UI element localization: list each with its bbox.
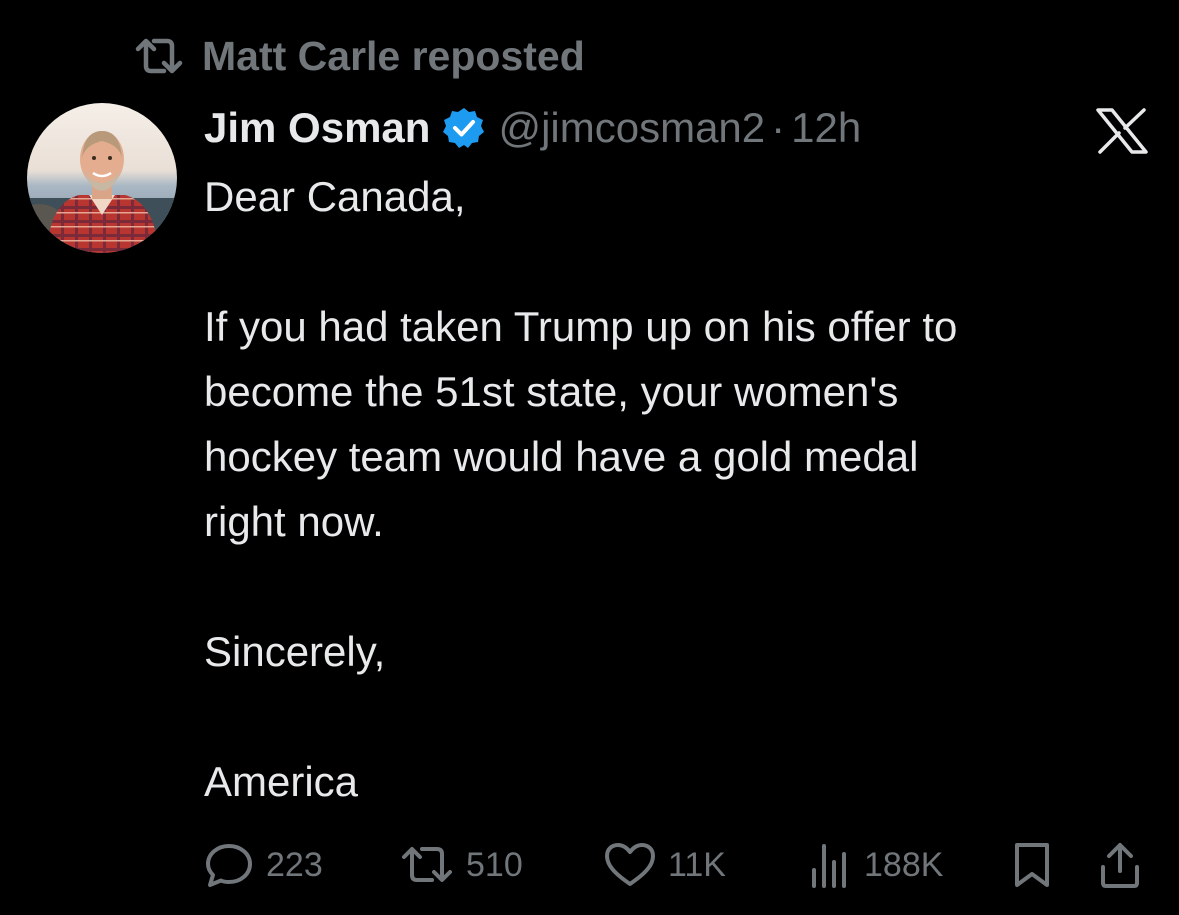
tweet-line: become the 51st state, your women's: [204, 368, 899, 415]
reply-count: 223: [266, 845, 323, 884]
timestamp[interactable]: 12h: [791, 104, 861, 152]
bookmark-button[interactable]: [1012, 838, 1052, 892]
avatar[interactable]: [27, 103, 177, 253]
tweet-line: Dear Canada,: [204, 173, 466, 220]
tweet-line: hockey team would have a gold medal: [204, 433, 919, 480]
heart-icon: [605, 843, 655, 886]
tweet-header: Jim Osman @jimcosman2 · 12h: [204, 100, 861, 156]
tweet-body: Dear Canada, If you had taken Trump up o…: [204, 164, 1164, 814]
reply-icon: [206, 844, 252, 887]
views-button[interactable]: 188K: [808, 838, 943, 892]
like-count: 11K: [668, 845, 726, 884]
x-logo-icon: [1095, 108, 1149, 154]
repost-count: 510: [466, 845, 523, 884]
tweet-line: Sincerely,: [204, 628, 386, 675]
tweet-line: If you had taken Trump up on his offer t…: [204, 303, 958, 350]
like-button[interactable]: 11K: [604, 838, 726, 892]
share-button[interactable]: [1098, 838, 1142, 892]
action-bar: 223 510 11K 188K: [204, 838, 1154, 892]
separator-dot: ·: [771, 104, 786, 151]
handle[interactable]: @jimcosman2: [498, 104, 765, 152]
verified-badge-icon[interactable]: [442, 106, 486, 150]
repost-icon: [134, 36, 184, 76]
tweet-line: right now.: [204, 498, 384, 545]
share-icon: [1101, 843, 1139, 888]
tweet-line: America: [204, 758, 359, 805]
views-chart-icon: [812, 844, 846, 888]
bookmark-icon: [1015, 843, 1049, 887]
repost-text: Matt Carle reposted: [202, 32, 585, 79]
repost-icon: [402, 847, 452, 882]
views-count: 188K: [864, 845, 944, 884]
repost-indicator[interactable]: Matt Carle reposted: [134, 32, 585, 80]
reply-button[interactable]: 223: [204, 838, 323, 892]
display-name[interactable]: Jim Osman: [204, 104, 430, 152]
repost-button[interactable]: 510: [400, 838, 523, 892]
